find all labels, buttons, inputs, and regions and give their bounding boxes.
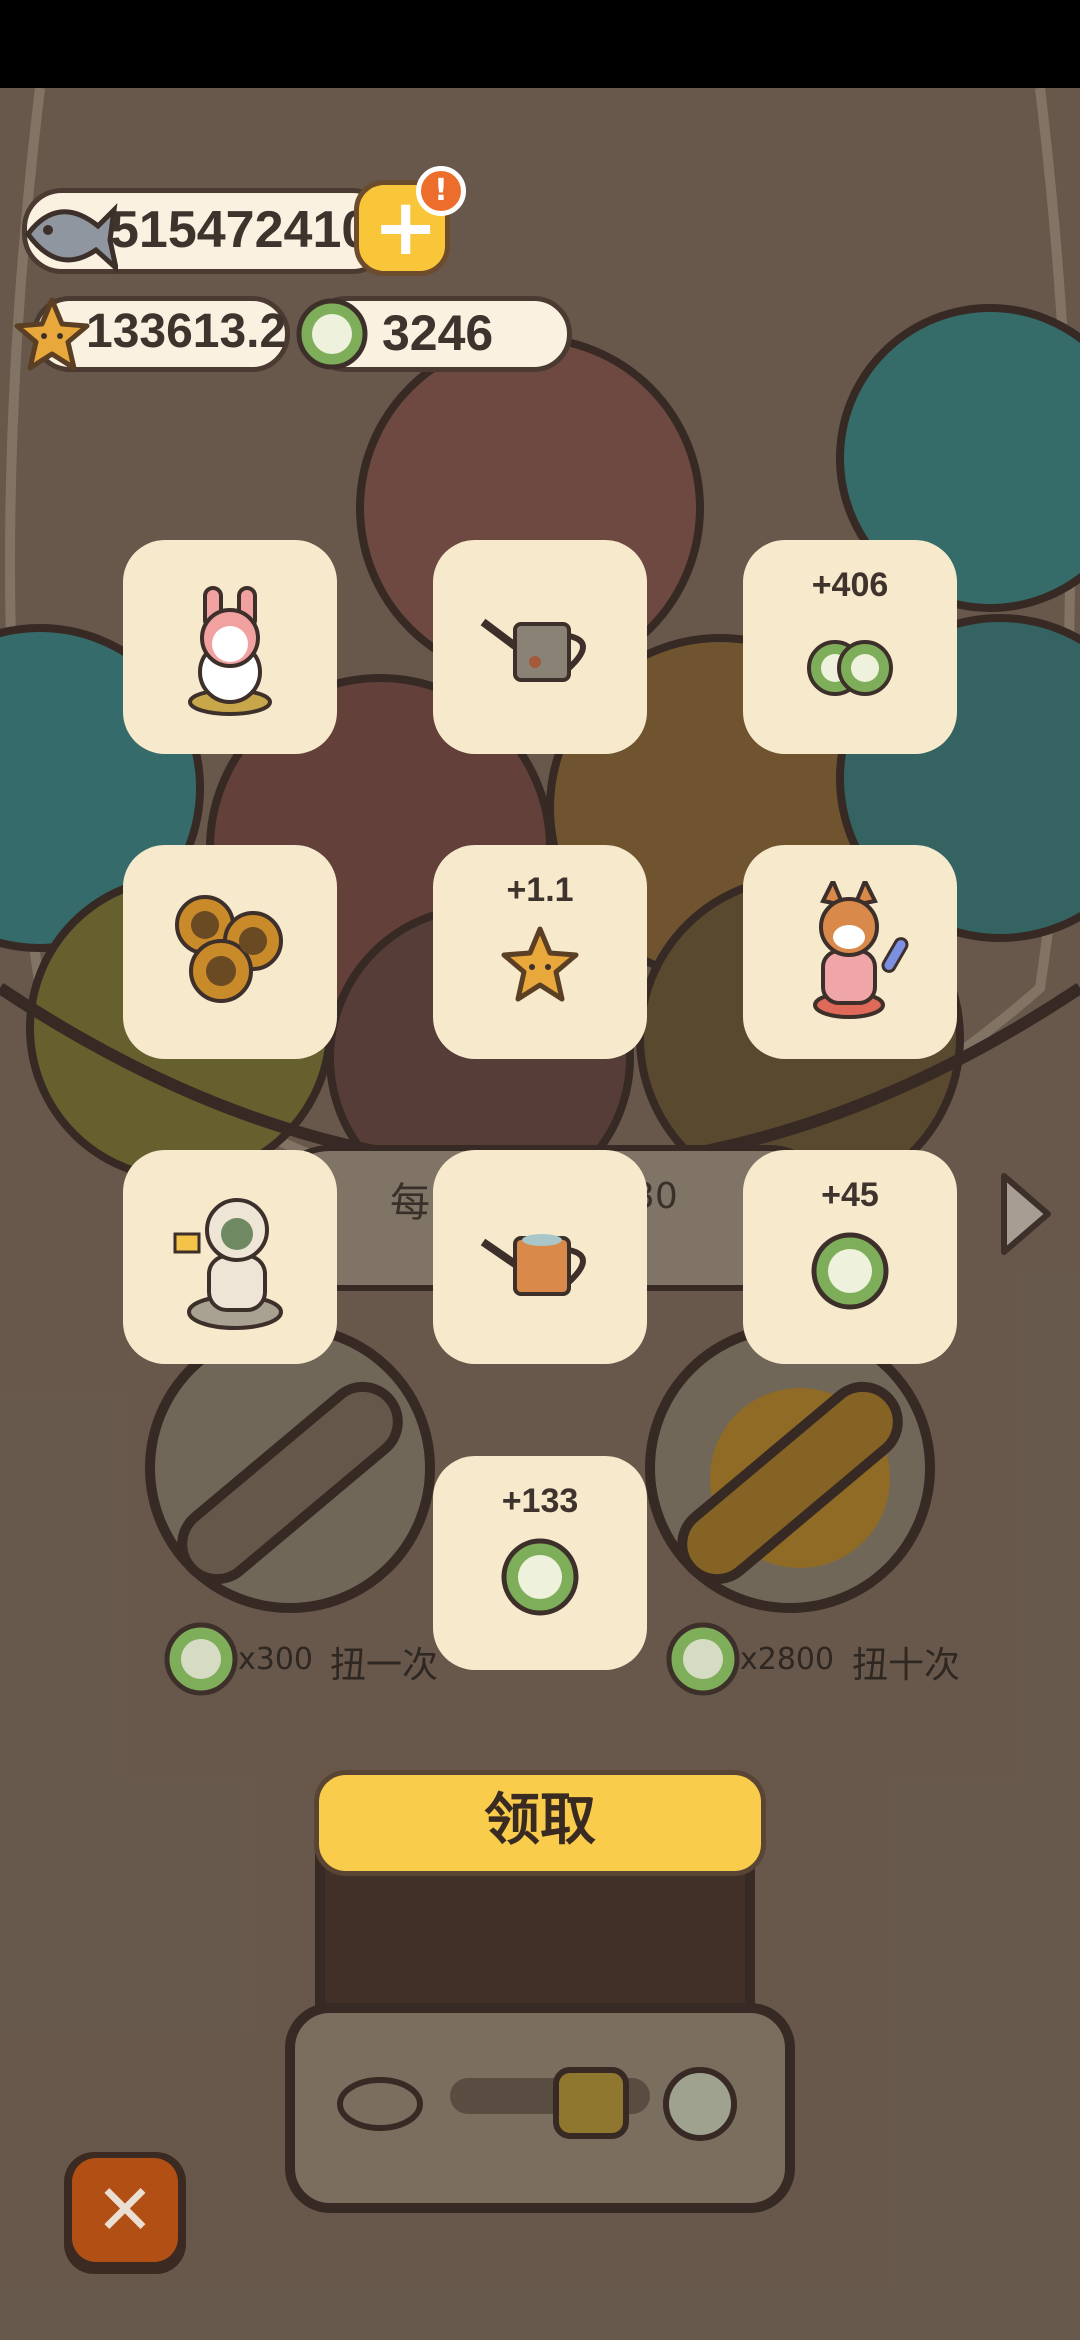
green-coin-icon <box>501 1538 579 1616</box>
close-icon: ✕ <box>95 2169 155 2251</box>
bunny-pet-icon <box>188 586 272 716</box>
fish-icon <box>24 203 118 274</box>
reward-card <box>433 1150 647 1364</box>
reward-card <box>123 845 337 1059</box>
star-icon <box>14 297 90 371</box>
sunflower-bunch-icon <box>175 895 283 1003</box>
rusty-watering-can-icon <box>480 618 586 682</box>
reward-card: +45 <box>743 1150 957 1364</box>
reward-card: +1.1 <box>433 845 647 1059</box>
spin-once-cost: x300 <box>238 1642 314 1677</box>
claim-button[interactable]: 领取 <box>314 1770 766 1876</box>
orange-watering-can-icon <box>480 1234 586 1296</box>
green-coin-icon <box>811 1232 889 1310</box>
coin-amount: 3246 <box>382 305 494 361</box>
spin-ten-button[interactable]: 扭十次 <box>852 1636 960 1688</box>
star-amount: 133613.2 <box>86 305 287 358</box>
reward-card <box>433 540 647 754</box>
star-icon <box>501 926 579 1002</box>
status-bar <box>0 0 1080 88</box>
spin-ten-cost: x2800 <box>740 1642 835 1677</box>
reward-card: +133 <box>433 1456 647 1670</box>
reward-card: +406 <box>743 540 957 754</box>
reward-card <box>123 1150 337 1364</box>
green-coin-icon <box>296 298 368 370</box>
corgi-pet-icon <box>813 881 909 1019</box>
banner-text-left: 每 <box>390 1180 430 1226</box>
duck-statue-icon <box>173 1198 283 1330</box>
fish-amount: 515472410 <box>110 201 371 259</box>
next-page-arrow-icon[interactable] <box>996 1168 1056 1260</box>
spin-ten-coin-icon <box>666 1622 740 1696</box>
alert-badge: ! <box>416 166 466 216</box>
spin-once-button[interactable]: 扭一次 <box>330 1636 438 1688</box>
close-button[interactable]: ✕ <box>64 2152 186 2274</box>
green-coins-icon <box>807 640 893 696</box>
spin-once-coin-icon <box>164 1622 238 1696</box>
reward-card <box>123 540 337 754</box>
reward-card <box>743 845 957 1059</box>
